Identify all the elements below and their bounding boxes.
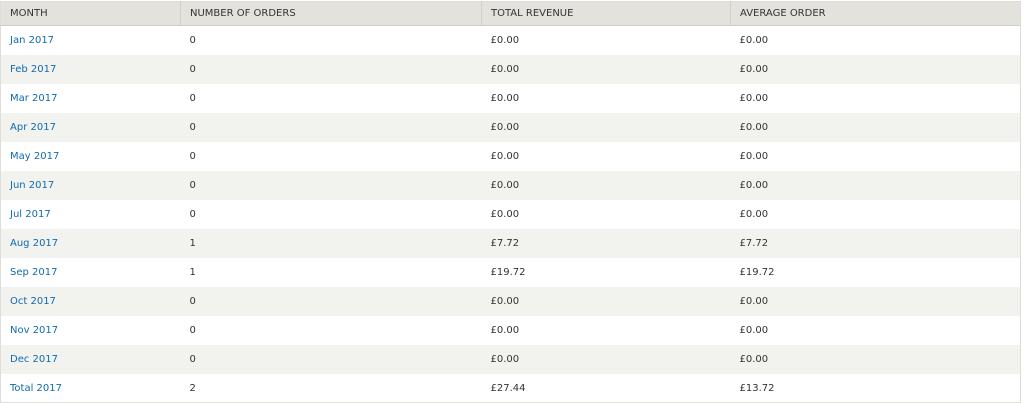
revenue-cell: £0.00 [481, 287, 731, 316]
orders-cell: 1 [180, 258, 482, 287]
table-row: Oct 2017 0 £0.00 £0.00 [0, 287, 1021, 316]
column-header-average-order: AVERAGE ORDER [730, 1, 1021, 26]
month-cell: Sep 2017 [0, 258, 181, 287]
revenue-cell: £0.00 [481, 200, 731, 229]
month-cell: Feb 2017 [0, 55, 181, 84]
month-link[interactable]: Dec 2017 [10, 354, 58, 365]
table-header: MONTH NUMBER OF ORDERS TOTAL REVENUE AVE… [0, 1, 1021, 26]
orders-cell: 0 [180, 200, 482, 229]
orders-cell: 0 [180, 55, 482, 84]
orders-cell: 0 [180, 316, 482, 345]
revenue-cell: £0.00 [481, 55, 731, 84]
orders-cell: 2 [180, 374, 482, 403]
table-body: Jan 2017 0 £0.00 £0.00 Feb 2017 0 £0.00 £0.00 Ma… [0, 25, 1021, 403]
orders-cell: 0 [180, 25, 482, 55]
average-order-cell: £0.00 [730, 84, 1021, 113]
month-link[interactable]: Sep 2017 [10, 267, 57, 278]
month-cell: Nov 2017 [0, 316, 181, 345]
revenue-cell: £7.72 [481, 229, 731, 258]
month-cell: Jul 2017 [0, 200, 181, 229]
revenue-cell: £0.00 [481, 142, 731, 171]
table-row: Sep 2017 1 £19.72 £19.72 [0, 258, 1021, 287]
revenue-cell: £19.72 [481, 258, 731, 287]
average-order-cell: £0.00 [730, 200, 1021, 229]
month-cell: Dec 2017 [0, 345, 181, 374]
average-order-cell: £0.00 [730, 171, 1021, 200]
month-link[interactable]: May 2017 [10, 151, 59, 162]
month-link[interactable]: Feb 2017 [10, 64, 56, 75]
orders-cell: 1 [180, 229, 482, 258]
average-order-cell: £13.72 [730, 374, 1021, 403]
table-row: Aug 2017 1 £7.72 £7.72 [0, 229, 1021, 258]
revenue-cell: £0.00 [481, 316, 731, 345]
column-header-total-revenue: TOTAL REVENUE [481, 1, 731, 26]
column-header-number-of-orders: NUMBER OF ORDERS [180, 1, 482, 26]
orders-cell: 0 [180, 84, 482, 113]
average-order-cell: £0.00 [730, 142, 1021, 171]
revenue-cell: £0.00 [481, 84, 731, 113]
column-header-month: MONTH [0, 1, 181, 26]
month-link[interactable]: Apr 2017 [10, 122, 56, 133]
month-cell: Mar 2017 [0, 84, 181, 113]
orders-cell: 0 [180, 113, 482, 142]
month-link[interactable]: Jun 2017 [10, 180, 54, 191]
table-row: Mar 2017 0 £0.00 £0.00 [0, 84, 1021, 113]
table-row: May 2017 0 £0.00 £0.00 [0, 142, 1021, 171]
month-link[interactable]: Jul 2017 [10, 209, 51, 220]
revenue-cell: £0.00 [481, 345, 731, 374]
orders-report-table: MONTH NUMBER OF ORDERS TOTAL REVENUE AVE… [0, 1, 1021, 403]
month-link[interactable]: Aug 2017 [10, 238, 58, 249]
table-row: Jun 2017 0 £0.00 £0.00 [0, 171, 1021, 200]
table-row: Nov 2017 0 £0.00 £0.00 [0, 316, 1021, 345]
average-order-cell: £0.00 [730, 316, 1021, 345]
orders-cell: 0 [180, 171, 482, 200]
average-order-cell: £0.00 [730, 55, 1021, 84]
table-row: Dec 2017 0 £0.00 £0.00 [0, 345, 1021, 374]
table-row: Jan 2017 0 £0.00 £0.00 [0, 25, 1021, 55]
month-link[interactable]: Oct 2017 [10, 296, 56, 307]
month-cell: Apr 2017 [0, 113, 181, 142]
month-cell: Jan 2017 [0, 25, 181, 55]
month-cell: Jun 2017 [0, 171, 181, 200]
revenue-cell: £0.00 [481, 113, 731, 142]
table-row: Feb 2017 0 £0.00 £0.00 [0, 55, 1021, 84]
month-link[interactable]: Nov 2017 [10, 325, 58, 336]
header-row: MONTH NUMBER OF ORDERS TOTAL REVENUE AVE… [0, 1, 1021, 26]
average-order-cell: £0.00 [730, 345, 1021, 374]
month-cell: Oct 2017 [0, 287, 181, 316]
average-order-cell: £0.00 [730, 287, 1021, 316]
revenue-cell: £0.00 [481, 171, 731, 200]
average-order-cell: £7.72 [730, 229, 1021, 258]
month-cell: Aug 2017 [0, 229, 181, 258]
month-link[interactable]: Mar 2017 [10, 93, 58, 104]
orders-cell: 0 [180, 287, 482, 316]
orders-cell: 0 [180, 345, 482, 374]
month-cell: Total 2017 [0, 374, 181, 403]
orders-cell: 0 [180, 142, 482, 171]
average-order-cell: £0.00 [730, 113, 1021, 142]
table-row: Jul 2017 0 £0.00 £0.00 [0, 200, 1021, 229]
average-order-cell: £0.00 [730, 25, 1021, 55]
average-order-cell: £19.72 [730, 258, 1021, 287]
month-link[interactable]: Total 2017 [10, 383, 62, 394]
revenue-cell: £0.00 [481, 25, 731, 55]
table-row: Total 2017 2 £27.44 £13.72 [0, 374, 1021, 403]
month-cell: May 2017 [0, 142, 181, 171]
month-link[interactable]: Jan 2017 [10, 35, 54, 46]
revenue-cell: £27.44 [481, 374, 731, 403]
table-row: Apr 2017 0 £0.00 £0.00 [0, 113, 1021, 142]
